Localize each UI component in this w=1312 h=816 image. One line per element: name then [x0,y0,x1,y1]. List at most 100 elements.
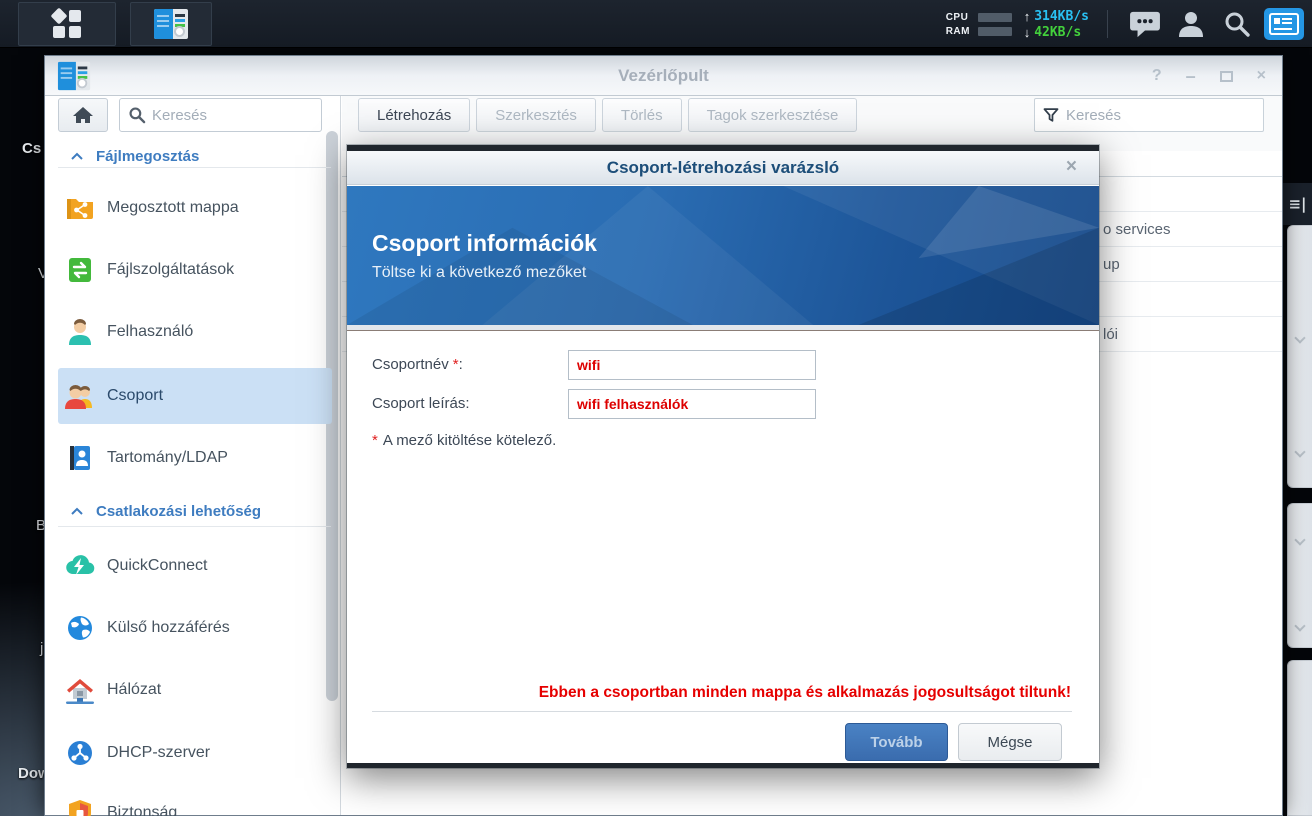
chevron-down-icon [1294,534,1305,545]
chevron-down-icon [1294,332,1305,343]
sidebar-search[interactable] [119,98,322,132]
filter-funnel-icon [1043,107,1059,123]
filter-search-input[interactable] [1066,107,1255,124]
control-panel-icon [154,9,188,39]
sidebar-item-label: Felhasználó [107,323,193,341]
network-house-icon [63,673,97,707]
sidebar-item-security[interactable]: Biztonság [58,789,332,816]
file-services-icon [63,253,97,287]
ram-label: RAM [946,26,974,37]
desktop-text-fragment: Cs [22,140,41,157]
chevron-down-icon [1294,446,1305,457]
group-creation-wizard-dialog: Csoport-létrehozási varázsló × Csoport i… [347,145,1099,768]
banner-subtitle: Töltse ki a következő mezőket [372,264,586,282]
cpu-usage-bar [978,13,1012,22]
sidebar-item-shared-folder[interactable]: Megosztott mappa [58,184,332,232]
banner-title: Csoport információk [372,230,597,257]
globe-icon [63,611,97,645]
sidebar-item-label: Biztonság [107,804,177,816]
divider [372,711,1072,712]
sidebar-item-label: Megosztott mappa [107,199,239,217]
sidebar-item-quickconnect[interactable]: QuickConnect [58,542,332,590]
sidebar-item-label: Külső hozzáférés [107,619,230,637]
system-monitor[interactable]: CPU RAM [946,12,1012,37]
notifications-button[interactable] [1122,0,1168,48]
upload-arrow-icon: ↑ [1024,10,1031,23]
widget-handle[interactable]: ≡| [1283,183,1312,225]
group-name-label: Csoportnév*: [372,350,463,380]
sidebar-item-label: QuickConnect [107,557,208,575]
sidebar-item-file-services[interactable]: Fájlszolgáltatások [58,246,332,294]
dialog-close-icon[interactable]: × [1066,156,1077,178]
home-button[interactable] [58,98,108,132]
dialog-title: Csoport-létrehozási varázsló [347,151,1099,185]
home-icon [72,105,94,125]
chevron-down-icon [1294,620,1305,631]
toolbar: Létrehozás Szerkesztés Törlés Tagok szer… [358,98,857,132]
download-speed: 42KB/s [1034,25,1081,40]
pilot-view-button[interactable] [1264,8,1304,40]
minimize-button[interactable]: – [1186,66,1196,87]
desktop-text-fragment: j [40,640,43,657]
group-name-input[interactable] [568,350,816,380]
group-icon [63,379,97,413]
sidebar-search-input[interactable] [152,107,313,124]
close-button[interactable]: × [1257,67,1266,85]
dialog-body: Csoportnév*: Csoport leírás: *A mező kit… [347,332,1099,763]
edit-members-button[interactable]: Tagok szerkesztése [688,98,858,132]
domain-ldap-icon [63,441,97,475]
dhcp-server-icon [63,736,97,770]
shared-folder-icon [63,191,97,225]
sidebar-item-label: Tartomány/LDAP [107,449,228,467]
annotation-text: Ebben a csoportban minden mappa és alkal… [539,684,1071,702]
delete-button[interactable]: Törlés [602,98,682,132]
filter-search[interactable] [1034,98,1264,132]
taskbar: CPU RAM ↑ 314KB/s ↓ 42KB/s [0,0,1312,48]
window-titlebar[interactable]: Vezérlőpult ? – × [45,56,1282,96]
quickconnect-icon [63,549,97,583]
cpu-label: CPU [946,12,974,23]
sidebar-item-user[interactable]: Felhasználó [58,308,332,356]
create-button[interactable]: Létrehozás [358,98,470,132]
edit-button[interactable]: Szerkesztés [476,98,596,132]
sidebar-section-file-sharing[interactable]: Fájlmegosztás [45,144,340,168]
section-label: Csatlakozási lehetőség [96,503,261,520]
window-title: Vezérlőpult [45,56,1282,96]
chevron-up-icon [71,507,83,515]
widget-panel[interactable] [1287,225,1312,488]
sidebar: Fájlmegosztás Megosztott mappa [45,96,341,815]
sidebar-item-external-access[interactable]: Külső hozzáférés [58,604,332,652]
cancel-button[interactable]: Mégse [958,723,1062,761]
user-icon [63,315,97,349]
sidebar-item-label: Fájlszolgáltatások [107,261,234,279]
sidebar-item-label: Hálózat [107,681,161,699]
sidebar-item-dhcp-server[interactable]: DHCP-szerver [58,729,332,777]
dialog-banner: Csoport információk Töltse ki a következ… [347,186,1099,325]
widget-panel[interactable] [1287,660,1312,816]
row-text-fragment: up [1103,256,1120,273]
divider [58,526,331,527]
main-menu-button[interactable] [18,2,116,46]
sidebar-item-label: DHCP-szerver [107,744,210,762]
required-field-note: *A mező kitöltése kötelező. [372,432,556,449]
section-label: Fájlmegosztás [96,148,199,165]
app-launcher-icon [52,9,82,39]
taskbar-divider [1107,10,1108,38]
sidebar-item-domain-ldap[interactable]: Tartomány/LDAP [58,434,332,482]
control-panel-taskbar-button[interactable] [130,2,212,46]
network-speed: ↑ 314KB/s ↓ 42KB/s [1024,9,1089,40]
next-button[interactable]: Tovább [845,723,948,761]
pilot-view-icon [1269,13,1299,35]
widget-panel[interactable] [1287,503,1312,648]
help-button[interactable]: ? [1152,67,1162,85]
dialog-titlebar[interactable]: Csoport-létrehozási varázsló × [347,151,1099,185]
maximize-button[interactable] [1220,71,1233,82]
user-icon [1176,9,1206,39]
sidebar-item-group[interactable]: Csoport [58,368,332,424]
divider [347,325,1099,331]
global-search-button[interactable] [1214,0,1260,48]
sidebar-item-network[interactable]: Hálózat [58,666,332,714]
group-description-input[interactable] [568,389,816,419]
sidebar-section-connectivity[interactable]: Csatlakozási lehetőség [45,499,340,523]
user-menu-button[interactable] [1168,0,1214,48]
